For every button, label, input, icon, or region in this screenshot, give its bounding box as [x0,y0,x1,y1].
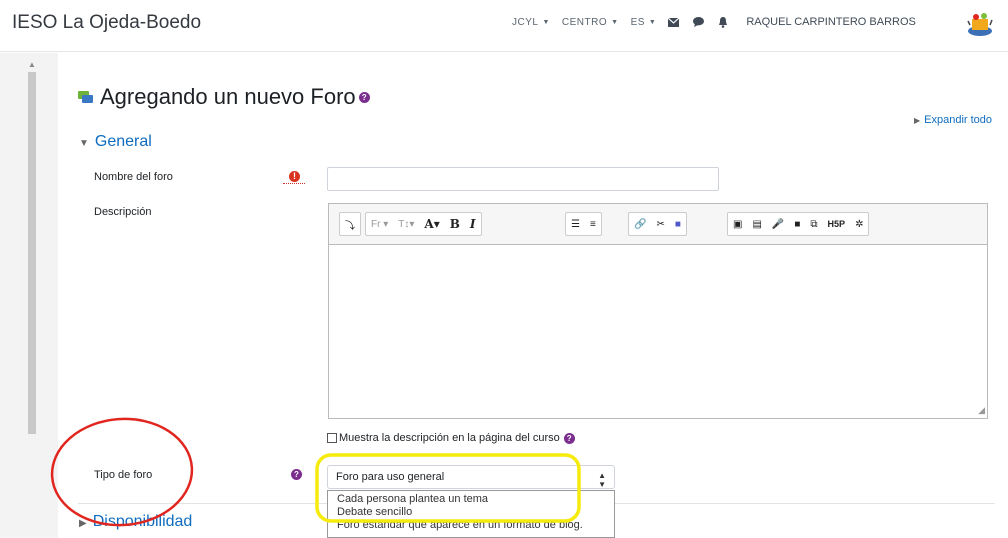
editor-toolbar: ⤵ Fr ▾ T↕▾ A▾ B I ☰ ≡ 🔗 ✂ ■ ▣ ▤ 🎤 ■ ⧉ H5… [328,203,988,245]
top-navbar: IESO La Ojeda-Boedo JCYL ▼ CENTRO ▼ ES ▼ RA… [0,0,1008,52]
show-more-buttons-icon[interactable]: ⤵ [340,213,360,235]
scrollbar-thumb[interactable] [28,72,36,434]
forum-name-input[interactable] [327,167,719,191]
description-editor[interactable]: ◢ [328,245,988,419]
unlink-icon[interactable]: ✂ [651,213,669,235]
dropdown-option[interactable]: Cada persona plantea un tema [328,493,614,506]
expand-all-label: Expandir todo [924,114,993,126]
media-icon[interactable]: ▤ [747,213,766,235]
section-general-toggle[interactable]: ▼ General [79,133,152,151]
help-icon[interactable]: ? [358,91,370,103]
h5p-button[interactable]: H5P [823,213,851,235]
chevron-down-icon: ▼ [542,18,550,26]
site-title[interactable]: IESO La Ojeda-Boedo [12,12,201,34]
forum-type-select[interactable]: Foro para uso general ▲ ▼ [327,465,615,489]
bell-icon[interactable] [718,16,728,28]
nav-jcyl-label: JCYL [512,16,539,28]
bold-button[interactable]: B [445,213,465,235]
show-description-checkbox[interactable] [327,433,337,443]
forum-name-label: Nombre del foro [94,171,173,183]
forum-type-selected: Foro para uso general [336,471,445,483]
font-color-button[interactable]: A▾ [419,213,444,235]
section-divider [615,503,995,504]
resize-grip-icon[interactable]: ◢ [978,405,985,416]
font-size-button[interactable]: T↕▾ [393,213,419,235]
page-title: Agregando un nuevo Foro ? [78,84,370,110]
nav-centro[interactable]: CENTRO ▼ [562,17,619,28]
language-label: ES [630,16,645,28]
top-nav: JCYL ▼ CENTRO ▼ ES ▼ RAQUEL CARPINTERO BARR… [512,12,916,32]
show-description-label[interactable]: Muestra la descripción en la página del … [339,432,560,444]
forum-type-label: Tipo de foro [94,469,153,481]
triangle-right-icon: ▶ [914,116,921,125]
description-label: Descripción [94,206,152,218]
link-icon[interactable]: 🔗 [629,213,651,235]
accessibility-checker-icon[interactable]: ✲ [850,213,868,235]
expand-all-link[interactable]: ▶ Expandir todo [914,114,992,126]
toolbar-group-toggle: ⤵ [339,212,361,236]
chat-icon[interactable] [693,17,705,27]
select-arrows-icon: ▲ ▼ [598,471,606,489]
user-menu[interactable]: RAQUEL CARPINTERO BARROS [746,16,916,28]
microphone-icon[interactable]: 🎤 [767,213,789,235]
teams-icon[interactable]: ■ [670,213,686,235]
nav-jcyl[interactable]: JCYL ▼ [512,17,550,28]
ordered-list-icon[interactable]: ≡ [585,213,601,235]
nav-centro-label: CENTRO [561,16,608,28]
triangle-right-icon: ▶ [79,518,87,529]
help-icon[interactable]: ? [291,469,302,480]
required-icon: ! [289,171,300,182]
toolbar-group-font: Fr ▾ T↕▾ A▾ B I [365,212,482,236]
language-menu[interactable]: ES ▼ [631,17,657,28]
envelope-icon[interactable] [668,17,680,27]
forum-icon [78,84,94,110]
show-description-row: Muestra la descripción en la página del … [327,432,575,444]
forum-type-dropdown: Cada persona plantea un tema Debate senc… [327,490,615,538]
scroll-up-arrow-icon[interactable]: ▲ [28,60,36,69]
dropdown-option[interactable]: Debate sencillo [328,506,614,519]
chevron-down-icon: ▼ [611,18,619,26]
dropdown-option[interactable]: Foro estándar que aparece en un formato … [328,519,614,532]
section-divider [78,503,327,504]
toolbar-group-links: 🔗 ✂ ■ [628,212,687,236]
manage-files-icon[interactable]: ⧉ [805,213,822,235]
video-camera-icon[interactable]: ■ [789,213,805,235]
italic-button[interactable]: I [465,213,481,235]
toolbar-group-lists: ☰ ≡ [565,212,602,236]
font-family-button[interactable]: Fr ▾ [366,213,393,235]
triangle-down-icon: ▼ [79,138,89,149]
page-title-text: Agregando un nuevo Foro [100,84,356,109]
section-general-label: General [94,133,152,150]
required-underline [283,183,305,184]
toolbar-group-media: ▣ ▤ 🎤 ■ ⧉ H5P ✲ [727,212,870,236]
font-family-label: Fr [371,218,381,230]
help-icon[interactable]: ? [563,432,575,444]
avatar[interactable] [966,11,994,37]
section-availability-toggle[interactable]: ▶ Disponibilidad [79,513,192,531]
unordered-list-icon[interactable]: ☰ [566,213,585,235]
chevron-down-icon: ▼ [648,18,657,26]
section-availability-label: Disponibilidad [92,513,193,530]
image-icon[interactable]: ▣ [728,213,747,235]
